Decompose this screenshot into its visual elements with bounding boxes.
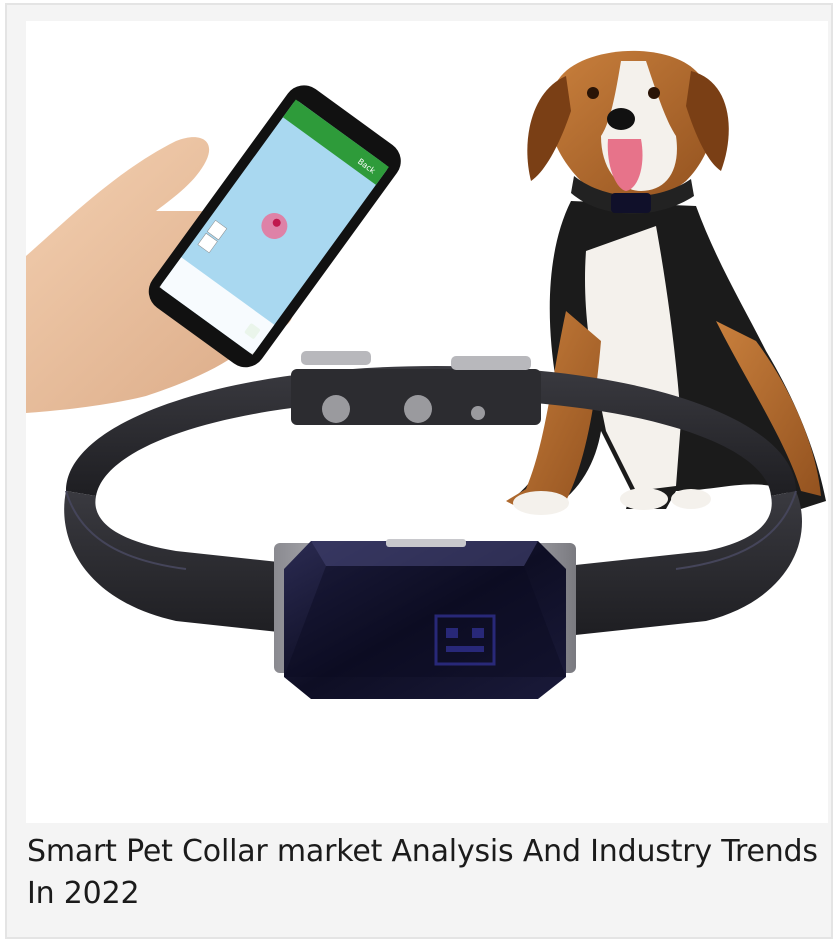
- article-card[interactable]: Back Smart Pet Collar market Analysis An…: [5, 3, 833, 939]
- article-title[interactable]: Smart Pet Collar market Analysis And Ind…: [27, 831, 827, 915]
- beagle-dog: [506, 50, 826, 515]
- dog-tracker: [611, 193, 651, 213]
- smart-collar-illustration: Back: [26, 50, 826, 699]
- product-photo[interactable]: Back: [26, 21, 828, 823]
- gps-tracker: [274, 539, 576, 699]
